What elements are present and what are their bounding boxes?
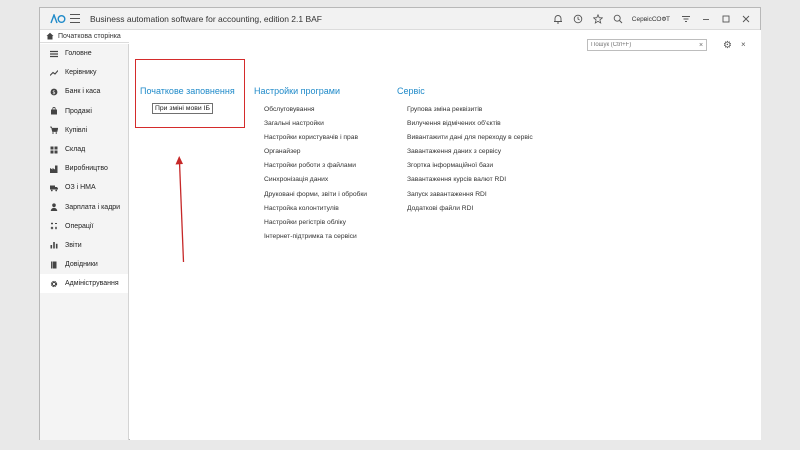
section-initial-fill: Початкове заповнення При зміні мови ІБ xyxy=(140,86,235,114)
history-icon[interactable] xyxy=(570,11,586,27)
truck-icon xyxy=(50,184,58,192)
service-link[interactable]: Вилучення відмічених об'єктів xyxy=(397,117,533,131)
sidebar-item-purchases[interactable]: Купівлі xyxy=(40,121,128,140)
sidebar-item-label: Довідники xyxy=(65,261,98,269)
settings-link[interactable]: Обслуговування xyxy=(254,103,367,117)
sidebar-item-label: Керівнику xyxy=(65,69,97,77)
svg-text:$: $ xyxy=(52,90,55,96)
bell-icon[interactable] xyxy=(550,11,566,27)
current-user[interactable]: СервісСОФТ xyxy=(632,16,670,23)
cart-icon xyxy=(50,126,58,135)
factory-icon xyxy=(50,165,58,173)
title-bar: Business automation software for account… xyxy=(40,8,760,30)
minimize-icon[interactable] xyxy=(698,11,714,27)
sidebar: Головне Керівнику $ Банк і каса Продажі … xyxy=(40,44,129,440)
sidebar-item-assets[interactable]: ОЗ і НМА xyxy=(40,178,128,197)
sidebar-item-main[interactable]: Головне xyxy=(40,44,128,63)
sidebar-item-label: Банк і каса xyxy=(65,88,101,96)
sidebar-item-operations[interactable]: Операції xyxy=(40,217,128,236)
list-icon xyxy=(50,50,58,58)
section-title: Сервіс xyxy=(397,86,425,96)
search-input[interactable] xyxy=(588,40,696,50)
sidebar-item-label: ОЗ і НМА xyxy=(65,184,96,192)
home-page-tab[interactable]: Початкова сторінка xyxy=(40,30,129,43)
trend-icon xyxy=(50,69,58,77)
settings-link[interactable]: Настройка колонтитулів xyxy=(254,202,367,216)
search-icon[interactable] xyxy=(610,11,626,27)
app-logo-icon xyxy=(50,14,66,24)
titlebar-controls: СервісСОФТ xyxy=(546,11,754,27)
book-icon xyxy=(50,261,58,269)
sidebar-item-administration[interactable]: Адміністрування xyxy=(40,274,128,294)
sidebar-item-sales[interactable]: Продажі xyxy=(40,102,128,121)
settings-link[interactable]: Загальні настройки xyxy=(254,117,367,131)
bar-chart-icon xyxy=(50,241,58,249)
sidebar-item-directories[interactable]: Довідники xyxy=(40,255,128,274)
form-settings-gear-icon[interactable]: ⚙ xyxy=(723,40,734,51)
settings-link[interactable]: Інтернет-підтримка та сервіси xyxy=(254,230,367,244)
service-link[interactable]: Завантаження курсів валют RDI xyxy=(397,173,533,187)
app-window: Business automation software for account… xyxy=(39,7,761,440)
home-icon xyxy=(46,32,54,40)
service-link[interactable]: Додаткові файли RDI xyxy=(397,202,533,216)
close-form-icon[interactable]: × xyxy=(741,40,746,49)
bag-icon xyxy=(50,107,58,115)
person-icon xyxy=(50,203,58,212)
sidebar-item-label: Операції xyxy=(65,222,94,230)
sidebar-item-label: Виробництво xyxy=(65,165,108,173)
sidebar-item-label: Зарплата і кадри xyxy=(65,203,121,211)
grid-icon xyxy=(50,146,58,154)
calc-icon xyxy=(50,222,58,230)
home-tab-label: Початкова сторінка xyxy=(58,32,121,40)
change-ib-language-button[interactable]: При зміні мови ІБ xyxy=(152,103,213,114)
coin-icon: $ xyxy=(50,88,58,96)
main-menu-icon[interactable] xyxy=(70,14,80,24)
section-title: Початкове заповнення xyxy=(140,86,235,96)
sidebar-item-label: Купівлі xyxy=(65,126,88,134)
sidebar-item-reports[interactable]: Звіти xyxy=(40,236,128,255)
settings-link[interactable]: Настройки регістрів обліку xyxy=(254,216,367,230)
settings-link[interactable]: Друковані форми, звіти і обробки xyxy=(254,188,367,202)
service-link[interactable]: Групова зміна реквізитів xyxy=(397,103,533,117)
close-window-icon[interactable] xyxy=(738,11,754,27)
sidebar-item-label: Головне xyxy=(65,50,92,58)
sidebar-item-label: Звіти xyxy=(65,241,82,249)
sidebar-item-label: Склад xyxy=(65,146,86,154)
sidebar-item-bank[interactable]: $ Банк і каса xyxy=(40,82,128,101)
gear-icon xyxy=(50,280,58,288)
main-content: × ⚙ × Початкове заповнення При зміні мов… xyxy=(130,30,761,440)
maximize-icon[interactable] xyxy=(718,11,734,27)
service-link[interactable]: Завантаження даних з сервісу xyxy=(397,145,533,159)
service-link[interactable]: Вивантажити дані для переходу в сервіс xyxy=(397,131,533,145)
app-title: Business automation software for account… xyxy=(90,14,322,24)
favorites-star-icon[interactable] xyxy=(590,11,606,27)
red-arrow-annotation xyxy=(175,156,185,263)
settings-link[interactable]: Синхронізація даних xyxy=(254,173,367,187)
sidebar-item-salary[interactable]: Зарплата і кадри xyxy=(40,198,128,217)
service-link[interactable]: Згортка інформаційної бази xyxy=(397,159,533,173)
sidebar-item-warehouse[interactable]: Склад xyxy=(40,140,128,159)
sidebar-item-production[interactable]: Виробництво xyxy=(40,159,128,178)
settings-link[interactable]: Органайзер xyxy=(254,145,367,159)
sidebar-item-manager[interactable]: Керівнику xyxy=(40,63,128,82)
clear-search-icon[interactable]: × xyxy=(696,42,706,49)
sidebar-item-label: Продажі xyxy=(65,107,92,115)
sidebar-item-label: Адміністрування xyxy=(65,280,119,288)
service-link[interactable]: Запуск завантаження RDI xyxy=(397,188,533,202)
section-program-settings: Настройки програми Обслуговування Загаль… xyxy=(254,86,367,244)
section-service: Сервіс Групова зміна реквізитів Вилученн… xyxy=(397,86,533,216)
search-box[interactable]: × xyxy=(587,39,707,51)
settings-menu-icon[interactable] xyxy=(678,11,694,27)
settings-link[interactable]: Настройки роботи з файлами xyxy=(254,159,367,173)
section-title: Настройки програми xyxy=(254,86,341,96)
settings-link[interactable]: Настройки користувачів і прав xyxy=(254,131,367,145)
